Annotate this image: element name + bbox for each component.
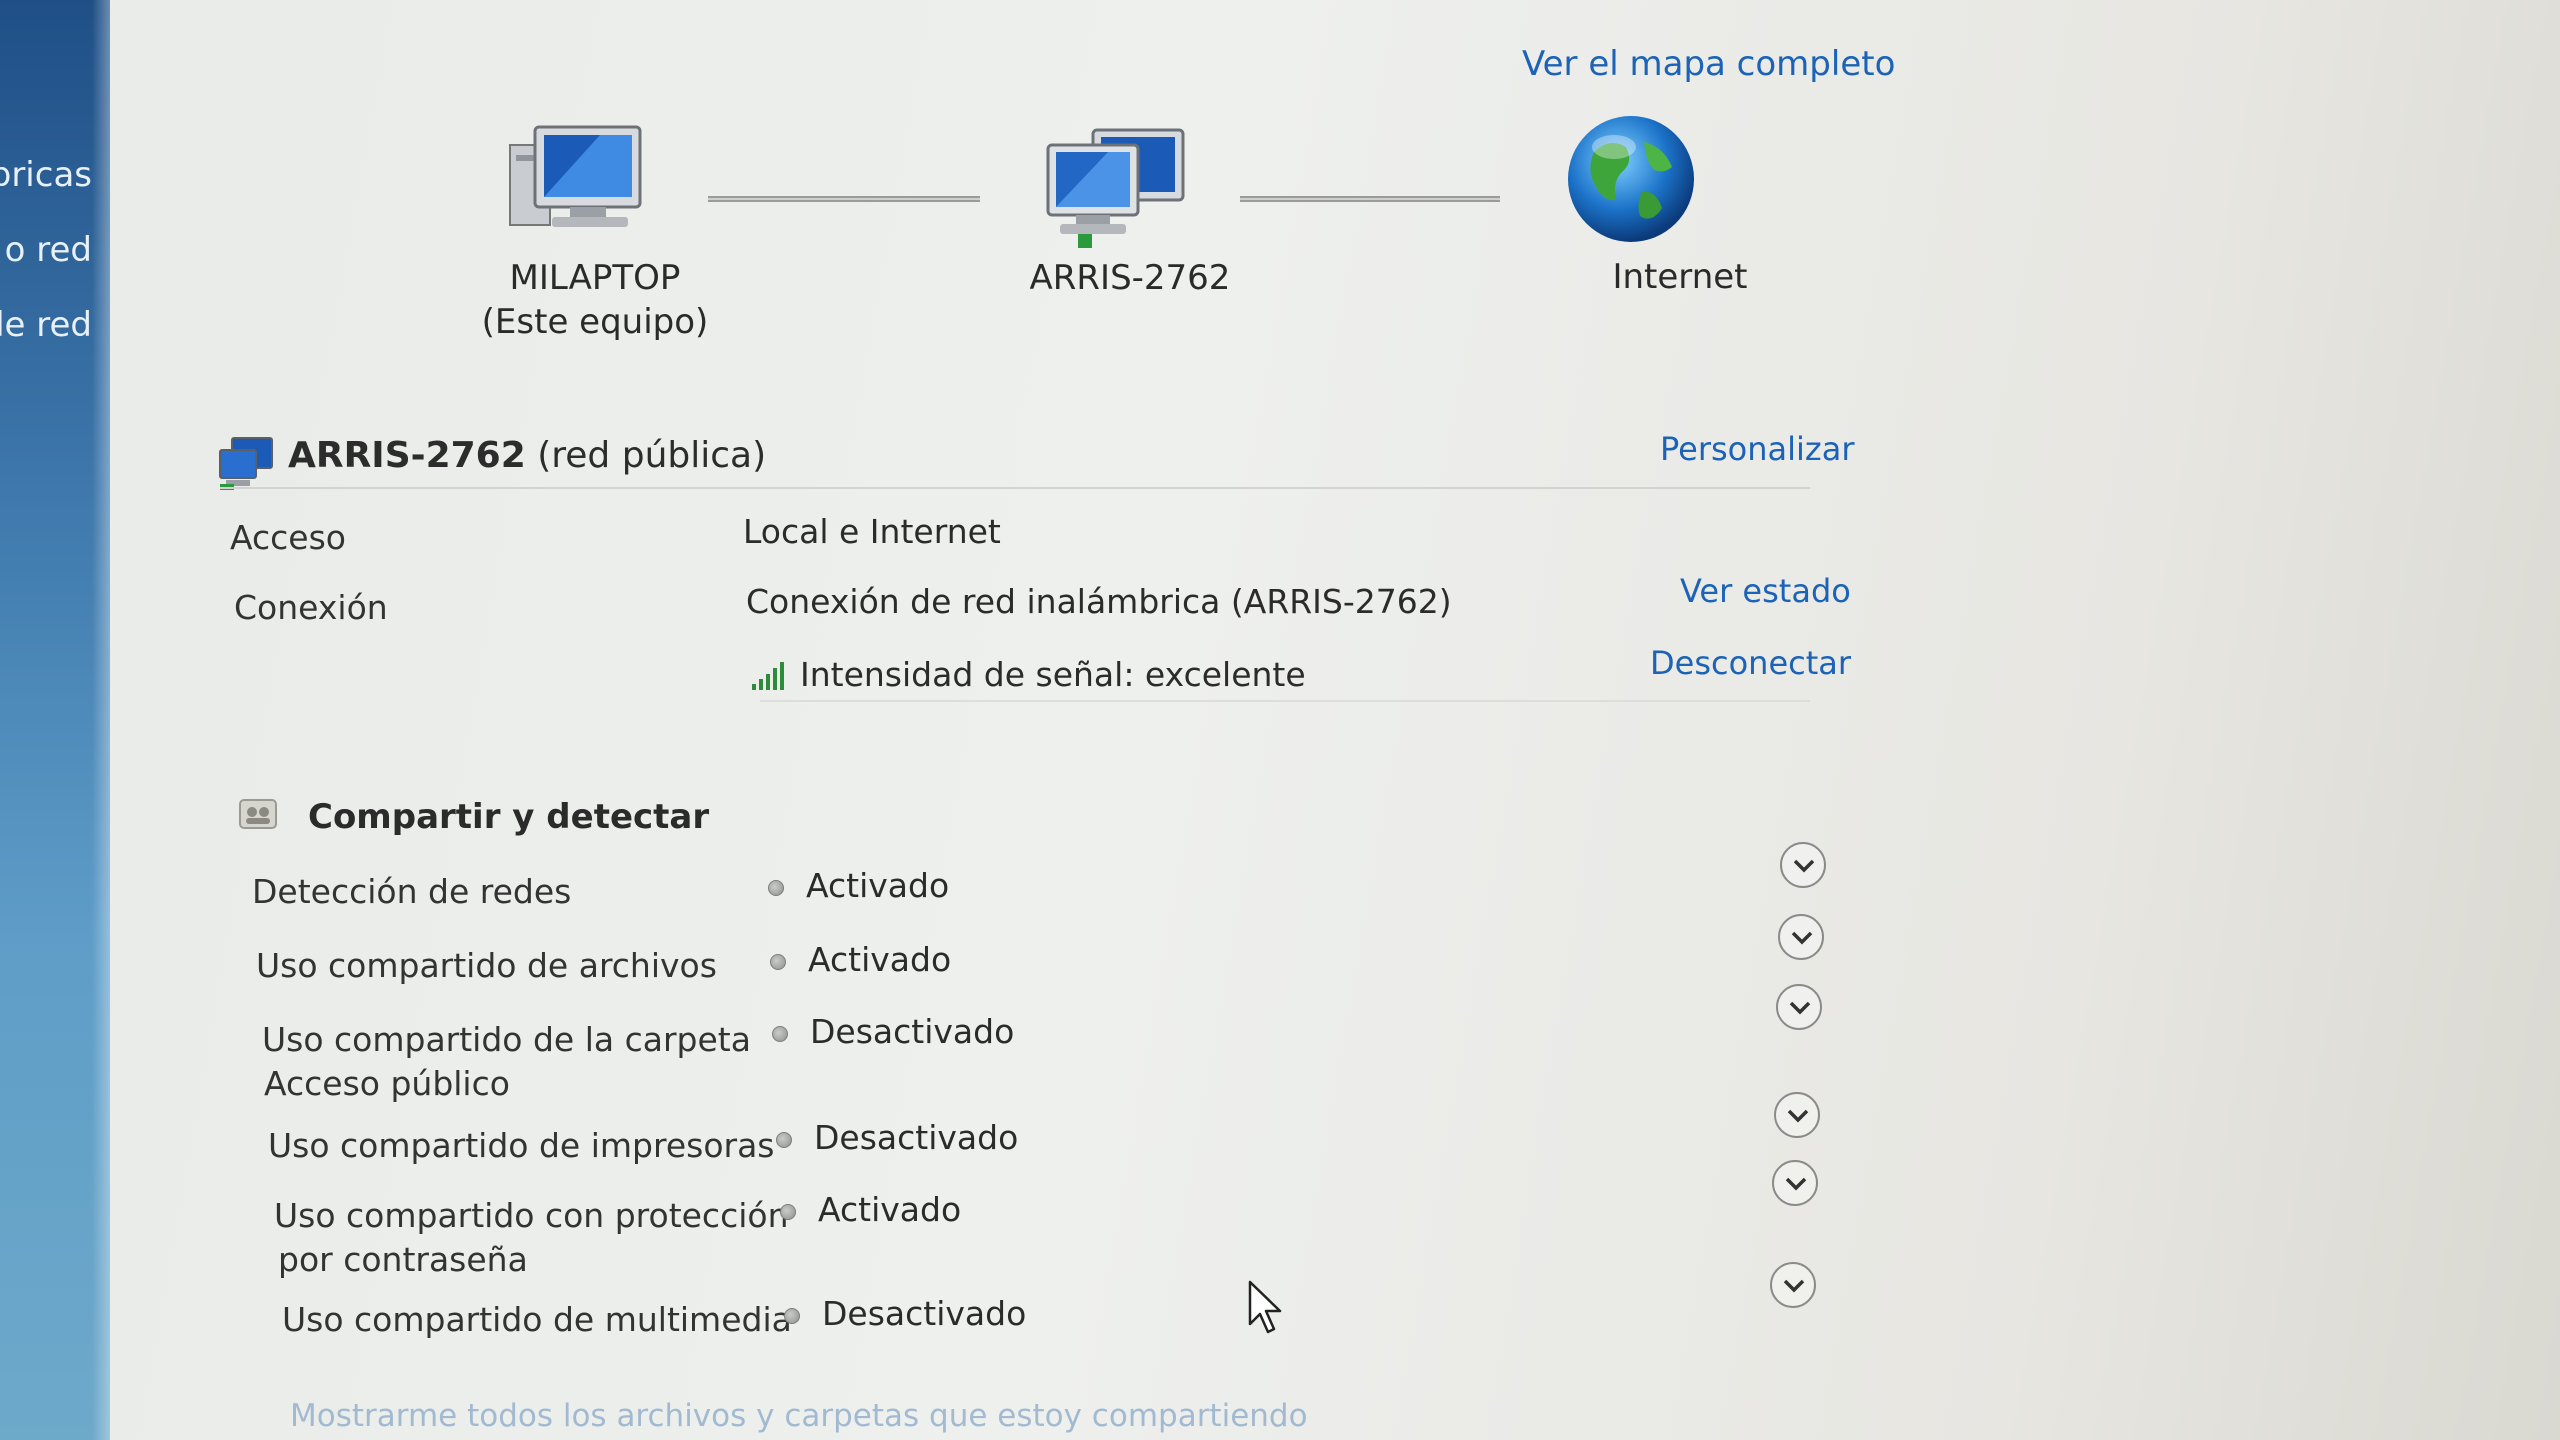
chevron-down-icon [1789,1001,1811,1015]
pane-edge [92,0,110,1440]
nav-link-1[interactable]: bricas [0,155,92,195]
network-status-icon [216,432,276,492]
network-discovery-expand-button[interactable] [1780,842,1826,888]
public-folder-sharing-state: Desactivado [772,1012,1014,1051]
mouse-cursor-icon [1246,1280,1286,1336]
media-sharing-label: Uso compartido de multimedia [282,1300,792,1339]
status-dot [780,1203,796,1220]
status-dot [784,1307,800,1324]
connection-label: Conexión [234,588,388,627]
status-dot [770,953,786,970]
public-folder-sharing-label: Uso compartido de la carpeta [262,1020,751,1059]
map-link-line-2 [1240,196,1500,202]
network-discovery-state: Activado [768,866,949,905]
network-icon[interactable] [1038,120,1198,260]
file-sharing-expand-button[interactable] [1778,914,1824,960]
network-type: (red pública) [537,435,767,476]
sharing-section-title: Compartir y detectar [308,797,710,837]
printer-sharing-expand-button[interactable] [1774,1092,1820,1138]
signal-strength-text: Intensidad de señal: excelente [800,655,1306,694]
show-shared-files-link[interactable]: Mostrarme todos los archivos y carpetas … [290,1398,1308,1434]
customize-link[interactable]: Personalizar [1660,430,1854,468]
nav-link-2[interactable]: o red [5,230,92,270]
media-sharing-state: Desactivado [784,1294,1026,1333]
password-protected-sharing-expand-button[interactable] [1772,1160,1818,1206]
public-folder-sharing-label-line2: Acceso público [264,1064,510,1103]
header-divider [220,487,1810,489]
sharing-icon [236,792,280,836]
main-content: Ver el mapa completo MILAPTOP (Este equi… [160,0,1895,1440]
file-sharing-label: Uso compartido de archivos [256,946,717,985]
node-router-name[interactable]: ARRIS-2762 [1010,258,1250,298]
printer-sharing-state: Desactivado [776,1118,1018,1157]
node-internet-name[interactable]: Internet [1580,257,1780,297]
connection-divider [760,700,1810,702]
password-protected-sharing-label: Uso compartido con protección [274,1196,789,1235]
node-this-computer-name: MILAPTOP [509,258,681,298]
file-sharing-state: Activado [770,940,951,979]
map-link-line-1 [708,196,980,202]
password-protected-sharing-label-line2: por contraseña [278,1240,528,1279]
view-full-map-link[interactable]: Ver el mapa completo [1522,44,1895,84]
status-dot [772,1025,788,1042]
access-label: Acceso [230,518,346,557]
network-title: ARRIS-2762 (red pública) [288,435,766,476]
disconnect-link[interactable]: Desconectar [1650,644,1851,682]
access-value: Local e Internet [743,512,1001,551]
network-discovery-label: Detección de redes [252,872,572,911]
chevron-down-icon [1783,1279,1805,1293]
public-folder-sharing-expand-button[interactable] [1776,984,1822,1030]
password-protected-sharing-state: Activado [780,1190,961,1229]
status-dot [776,1131,792,1148]
media-sharing-expand-button[interactable] [1770,1262,1816,1308]
connection-value: Conexión de red inalámbrica (ARRIS-2762) [746,582,1452,621]
chevron-down-icon [1785,1177,1807,1191]
node-this-computer-sub: (Este equipo) [481,302,709,342]
nav-link-3[interactable]: de red [0,305,92,345]
view-status-link[interactable]: Ver estado [1680,572,1851,610]
globe-icon[interactable] [1564,112,1698,246]
printer-sharing-label: Uso compartido de impresoras [268,1126,775,1165]
status-dot [768,879,784,896]
signal-strength-icon [750,658,790,692]
network-name: ARRIS-2762 [288,435,526,476]
computer-icon [490,115,650,265]
chevron-down-icon [1791,931,1813,945]
chevron-down-icon [1793,859,1815,873]
navigation-pane: bricas o red de red [0,0,110,1440]
chevron-down-icon [1787,1109,1809,1123]
